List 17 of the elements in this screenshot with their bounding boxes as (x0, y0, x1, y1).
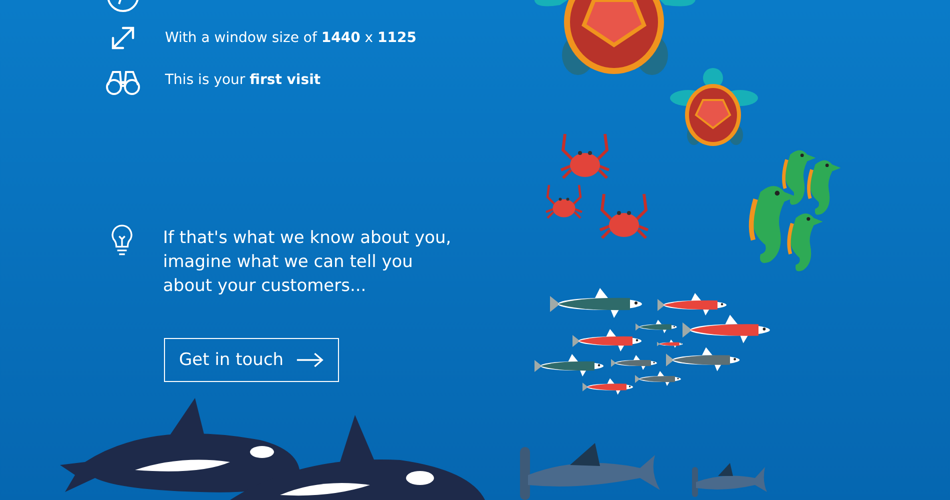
seahorse-drawing (787, 214, 823, 272)
message-text: If that's what we know about you, (163, 227, 452, 250)
seahorse-drawing (782, 150, 816, 205)
fish-drawing (582, 378, 634, 395)
message-text: about your customers... (163, 275, 368, 298)
fact-text: This is your first visit (165, 72, 321, 88)
crab-drawing (544, 184, 584, 220)
fish-drawing (611, 355, 657, 370)
message-text: imagine what we can tell you (163, 251, 414, 274)
seahorse-drawing (807, 160, 841, 215)
arrow-right-icon (296, 352, 324, 368)
get-in-touch-button[interactable]: Get in touch (164, 338, 339, 382)
crab-drawing (598, 192, 650, 240)
fish-drawing (534, 354, 604, 376)
fish-drawing (658, 293, 726, 316)
fact-text: With a window size of 1440 x 1125 (165, 30, 416, 46)
crab-drawing (560, 132, 610, 180)
